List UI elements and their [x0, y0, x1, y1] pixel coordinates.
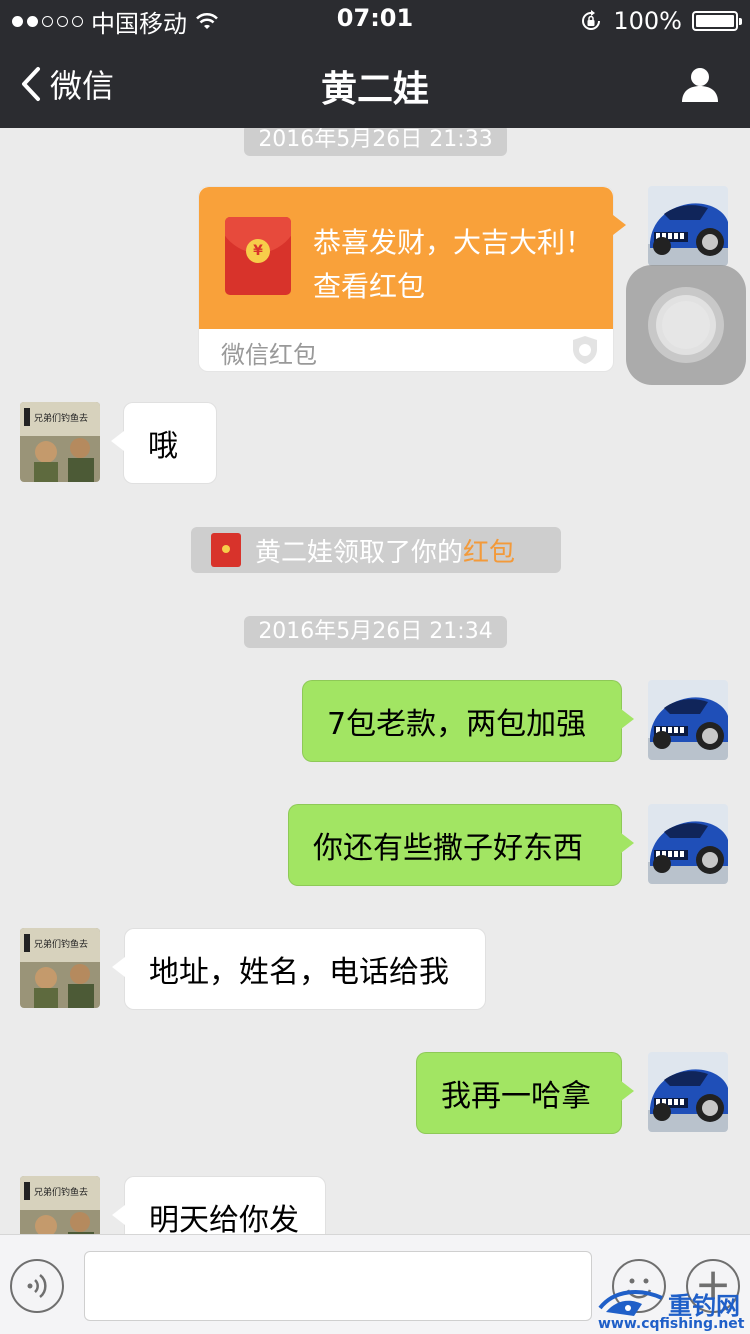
battery-icon — [692, 11, 742, 31]
message-bubble[interactable]: 哦 — [111, 402, 217, 484]
status-bar-right: 100% — [579, 6, 742, 36]
message-text: 地址，姓名，电话给我 — [149, 955, 449, 990]
red-packet-body: ¥ 恭喜发财，大吉大利！ 查看红包 — [199, 187, 626, 329]
timestamp: 2016年5月26日 21:33 — [244, 128, 507, 156]
red-packet-footer: 微信红包 — [221, 341, 317, 369]
rotation-lock-icon — [582, 10, 601, 30]
message-bubble[interactable]: 7包老款，两包加强 — [302, 680, 634, 762]
red-envelope-icon: ¥ — [225, 217, 291, 295]
message-text: 我再一哈拿 — [441, 1079, 591, 1114]
message-bubble[interactable]: 我再一哈拿 — [416, 1052, 634, 1134]
my-avatar[interactable] — [648, 804, 728, 884]
my-avatar[interactable] — [648, 1052, 728, 1132]
shield-icon — [573, 336, 597, 364]
friend-avatar[interactable]: 兄弟们钓鱼去 — [20, 928, 100, 1008]
my-avatar[interactable] — [648, 680, 728, 760]
friend-avatar[interactable]: 兄弟们钓鱼去 — [20, 1176, 100, 1234]
chat-title: 黄二娃 — [320, 69, 429, 110]
friend-avatar-caption: 兄弟们钓鱼去 — [34, 412, 88, 424]
message-text: 哦 — [148, 429, 178, 464]
battery-percent: 100% — [613, 7, 682, 35]
my-avatar[interactable] — [648, 186, 728, 266]
top-bar: 中国移动 07:01 100% 微信 黄二娃 — [0, 0, 750, 128]
red-packet-notice: 黄二娃领取了你的红包 — [191, 527, 561, 573]
message-bubble[interactable]: 你还有些撒子好东西 — [288, 804, 634, 886]
message-bubble[interactable]: 地址，姓名，电话给我 — [112, 928, 486, 1010]
message-text: 7包老款，两包加强 — [327, 707, 587, 742]
message-text: 你还有些撒子好东西 — [313, 831, 583, 866]
message-bubble[interactable]: 明天给你发 — [112, 1176, 326, 1234]
voice-icon — [27, 1274, 47, 1298]
red-packet-greeting: 恭喜发财，大吉大利！ — [313, 226, 594, 259]
message-input[interactable] — [84, 1251, 592, 1321]
notice-text: 黄二娃领取了你的 — [255, 537, 464, 568]
message-text: 明天给你发 — [149, 1203, 299, 1234]
friend-avatar-caption: 兄弟们钓鱼去 — [34, 938, 88, 950]
site-watermark: 重钓网 www.cqfishing.net — [596, 1286, 750, 1334]
red-packet-icon — [211, 533, 241, 567]
friend-avatar-caption: 兄弟们钓鱼去 — [34, 1186, 88, 1198]
voice-button[interactable] — [10, 1259, 64, 1313]
fishing-logo-icon — [598, 1290, 663, 1316]
chat-area[interactable]: 2016年5月26日 21:33 ¥ 恭喜发财，大吉大利！ 查看红包 微信红包 — [0, 128, 750, 1234]
red-packet-action: 查看红包 — [313, 270, 426, 303]
watermark-url: www.cqfishing.net — [598, 1316, 745, 1332]
timestamp: 2016年5月26日 21:34 — [244, 616, 507, 648]
notice-link[interactable]: 红包 — [463, 538, 515, 568]
assistive-touch-button[interactable] — [626, 265, 746, 385]
red-packet-message[interactable]: ¥ 恭喜发财，大吉大利！ 查看红包 微信红包 — [198, 186, 626, 372]
profile-icon[interactable] — [680, 64, 720, 104]
friend-avatar[interactable]: 兄弟们钓鱼去 — [20, 402, 100, 482]
